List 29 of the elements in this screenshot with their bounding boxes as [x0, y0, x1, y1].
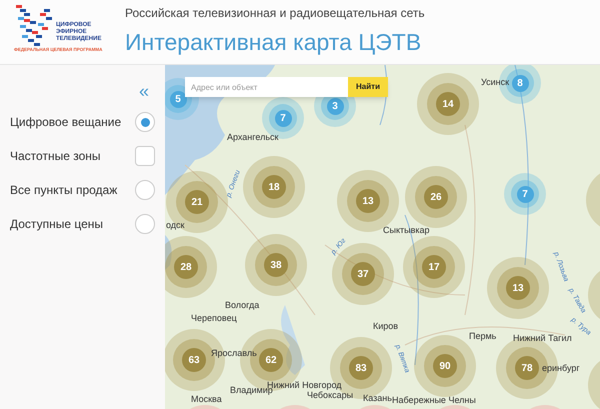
layer-radio[interactable]: [135, 214, 155, 234]
city-label: Вологда: [225, 300, 260, 310]
city-label: еринбург: [542, 363, 580, 373]
city-label: Усинск: [481, 77, 510, 87]
city-label: Череповец: [191, 313, 237, 323]
layer-checkbox[interactable]: [135, 146, 155, 166]
collapse-button[interactable]: «: [138, 77, 149, 105]
city-label: Казань: [363, 393, 392, 403]
city-label: Нижний Тагил: [513, 333, 572, 343]
layer-label: Цифровое вещание: [10, 114, 122, 131]
address-search-field[interactable]: Адрес или объект: [185, 77, 348, 97]
city-label: Ярославль: [211, 348, 257, 358]
city-label: Набережные Челны: [392, 395, 476, 405]
find-button[interactable]: Найти: [348, 77, 388, 97]
city-label: одск: [166, 220, 184, 230]
layer-label: Все пункты продаж: [10, 182, 118, 199]
header-subtitle: Российская телевизионная и радиовещательная сеть: [125, 5, 425, 22]
city-label: Сыктывкар: [383, 225, 430, 235]
butterfly-logo-icon: [14, 3, 52, 47]
city-label: Пермь: [469, 331, 496, 341]
city-label: Москва: [191, 394, 222, 404]
layer-label: Частотные зоны: [10, 148, 100, 165]
city-label: Архангельск: [227, 132, 278, 142]
layer-radio[interactable]: [135, 180, 155, 200]
layer-radio[interactable]: [135, 112, 155, 132]
city-label: Чебоксары: [307, 390, 354, 400]
layer-label: Доступные цены: [10, 216, 103, 233]
city-label: Киров: [373, 321, 398, 331]
header-title: Интерактивная карта ЦЭТВ: [125, 28, 422, 57]
